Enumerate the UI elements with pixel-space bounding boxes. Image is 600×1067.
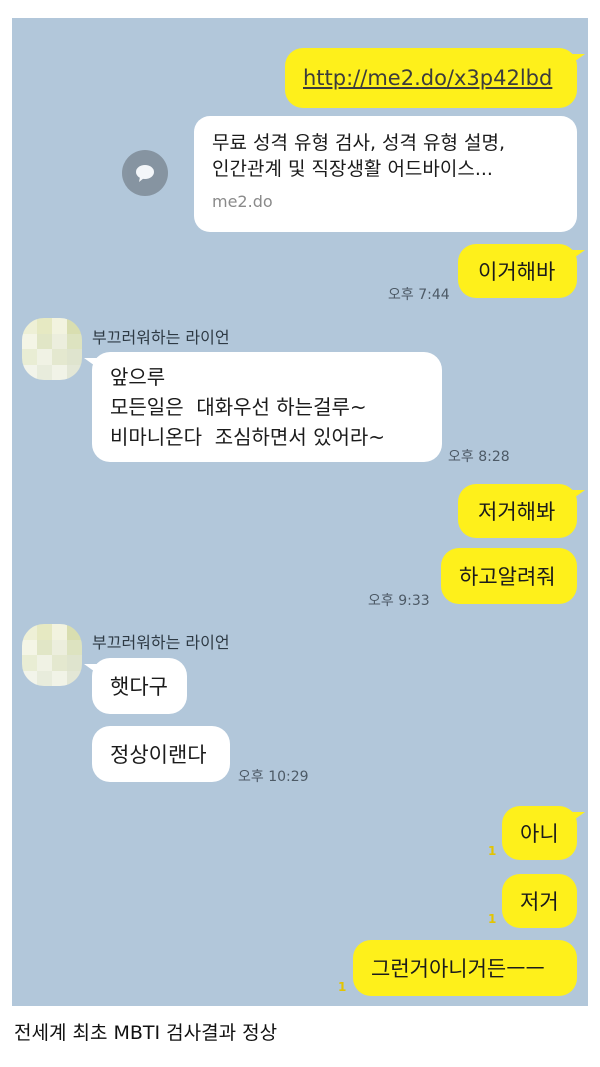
- message-text: 그런거아니거든ㅡㅡ: [371, 957, 545, 981]
- my-message-bubble[interactable]: 하고알려줘: [441, 548, 577, 604]
- message-text: 저거해봐: [478, 500, 556, 524]
- share-button[interactable]: [122, 150, 168, 196]
- message-text: 정상이랜다: [110, 743, 207, 767]
- unread-count: 1: [338, 980, 347, 994]
- my-message-bubble[interactable]: 그런거아니거든ㅡㅡ: [353, 940, 577, 996]
- my-message-bubble[interactable]: 저거해봐: [458, 484, 585, 538]
- message-line: 모든일은 대화우선 하는걸루~: [110, 395, 367, 419]
- their-message-bubble[interactable]: 햇다구: [84, 658, 187, 714]
- message-timestamp: 오후 7:44: [388, 287, 450, 303]
- message-timestamp: 오후 10:29: [238, 769, 309, 785]
- message-text: 햇다구: [110, 675, 168, 699]
- my-message-bubble[interactable]: 저거: [502, 874, 577, 928]
- my-message-bubble[interactable]: 이거해바: [458, 244, 585, 298]
- share-icon: [136, 165, 154, 182]
- message-text: 이거해바: [478, 260, 556, 284]
- link-preview-card[interactable]: 무료 성격 유형 검사, 성격 유형 설명, 인간관계 및 직장생활 어드바이스…: [194, 116, 577, 232]
- link-url[interactable]: http://me2.do/x3p42lbd: [303, 66, 552, 90]
- sender-name: 부끄러워하는 라이언: [92, 633, 230, 652]
- message-text: 저거: [520, 890, 559, 914]
- chat-room[interactable]: http://me2.do/x3p42lbd 무료 성격 유형 검사, 성격 유…: [12, 18, 588, 1006]
- message-text: 하고알려줘: [459, 565, 556, 589]
- link-preview-line2: 인간관계 및 직장생활 어드바이스...: [212, 158, 493, 180]
- link-preview-domain: me2.do: [212, 192, 273, 211]
- their-message-bubble[interactable]: 앞으루 모든일은 대화우선 하는걸루~ 비마니온다 조심하면서 있어라~: [84, 352, 442, 462]
- sender-avatar[interactable]: [22, 318, 82, 380]
- my-message-bubble[interactable]: 아니: [502, 806, 585, 860]
- message-timestamp: 오후 8:28: [448, 449, 510, 465]
- sender-name: 부끄러워하는 라이언: [92, 328, 230, 347]
- message-line: 앞으루: [110, 365, 166, 389]
- message-line: 비마니온다 조심하면서 있어라~: [110, 425, 386, 449]
- image-caption: 전세계 최초 MBTI 검사결과 정상: [14, 1022, 278, 1044]
- unread-count: 1: [488, 844, 497, 858]
- message-timestamp: 오후 9:33: [368, 593, 430, 609]
- unread-count: 1: [488, 912, 497, 926]
- sender-avatar[interactable]: [22, 624, 82, 686]
- link-preview-line1: 무료 성격 유형 검사, 성격 유형 설명,: [212, 132, 506, 154]
- message-text: 아니: [520, 822, 559, 846]
- my-link-bubble[interactable]: http://me2.do/x3p42lbd: [285, 48, 585, 108]
- their-message-bubble[interactable]: 정상이랜다: [92, 726, 230, 782]
